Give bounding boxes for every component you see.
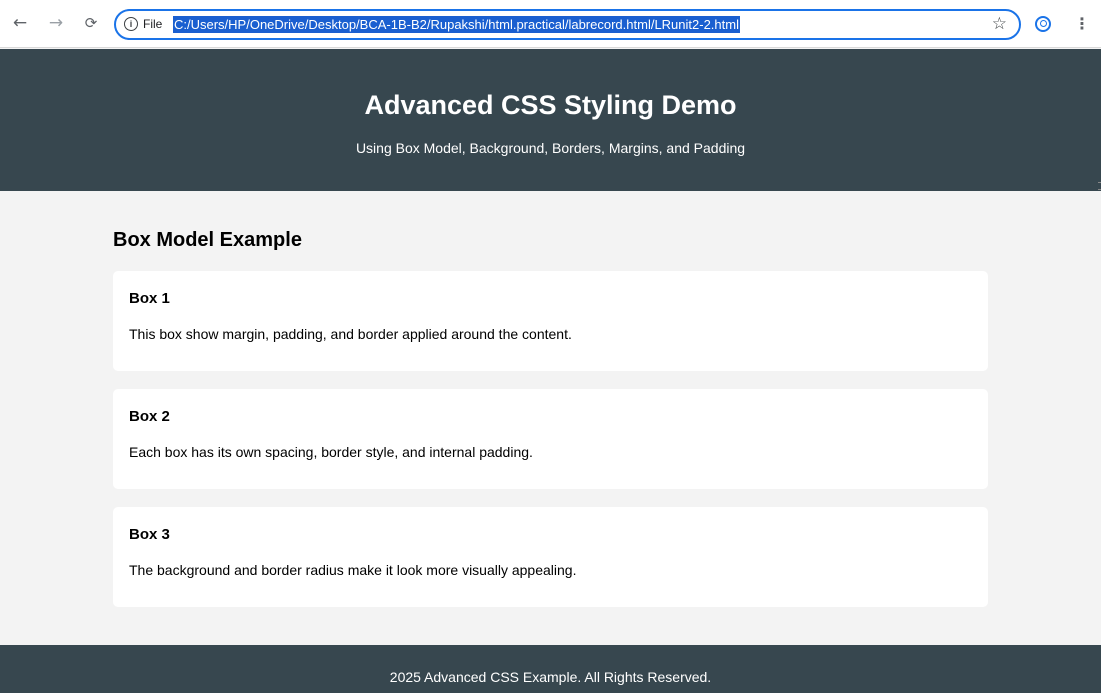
box-heading: Box 2 bbox=[129, 408, 170, 425]
box-text: The background and border radius make it… bbox=[129, 562, 577, 578]
browser-toolbar: ← → ⟳ i File C:/Users/HP/OneDrive/Deskto… bbox=[0, 0, 1101, 48]
section-title: Box Model Example bbox=[113, 229, 302, 251]
site-header: Advanced CSS Styling Demo Using Box Mode… bbox=[0, 49, 1101, 191]
forward-arrow-icon[interactable]: → bbox=[45, 12, 67, 34]
url-text[interactable]: C:/Users/HP/OneDrive/Desktop/BCA-1B-B2/R… bbox=[173, 16, 740, 33]
back-arrow-icon[interactable]: ← bbox=[9, 12, 31, 34]
content-box-1: Box 1 This box show margin, padding, and… bbox=[113, 271, 988, 371]
site-footer: 2025 Advanced CSS Example. All Rights Re… bbox=[0, 645, 1101, 693]
box-heading: Box 3 bbox=[129, 526, 170, 543]
address-bar[interactable]: i File C:/Users/HP/OneDrive/Desktop/BCA-… bbox=[114, 9, 1021, 40]
menu-kebab-icon[interactable]: ⋮ bbox=[1074, 14, 1090, 33]
footer-text: 2025 Advanced CSS Example. All Rights Re… bbox=[389, 669, 712, 685]
content-box-3: Box 3 The background and border radius m… bbox=[113, 507, 988, 607]
box-text: Each box has its own spacing, border sty… bbox=[129, 444, 533, 460]
info-icon[interactable]: i bbox=[124, 17, 138, 31]
bookmark-star-icon[interactable]: ☆ bbox=[992, 14, 1007, 34]
box-text: This box show margin, padding, and borde… bbox=[129, 326, 572, 342]
box-heading: Box 1 bbox=[129, 290, 170, 307]
content-box-2: Box 2 Each box has its own spacing, bord… bbox=[113, 389, 988, 489]
reload-icon[interactable]: ⟳ bbox=[80, 12, 102, 34]
file-label: File bbox=[143, 17, 163, 31]
page-title: Advanced CSS Styling Demo bbox=[364, 90, 737, 120]
page-subtitle: Using Box Model, Background, Borders, Ma… bbox=[355, 140, 746, 156]
profile-icon[interactable] bbox=[1035, 16, 1051, 32]
